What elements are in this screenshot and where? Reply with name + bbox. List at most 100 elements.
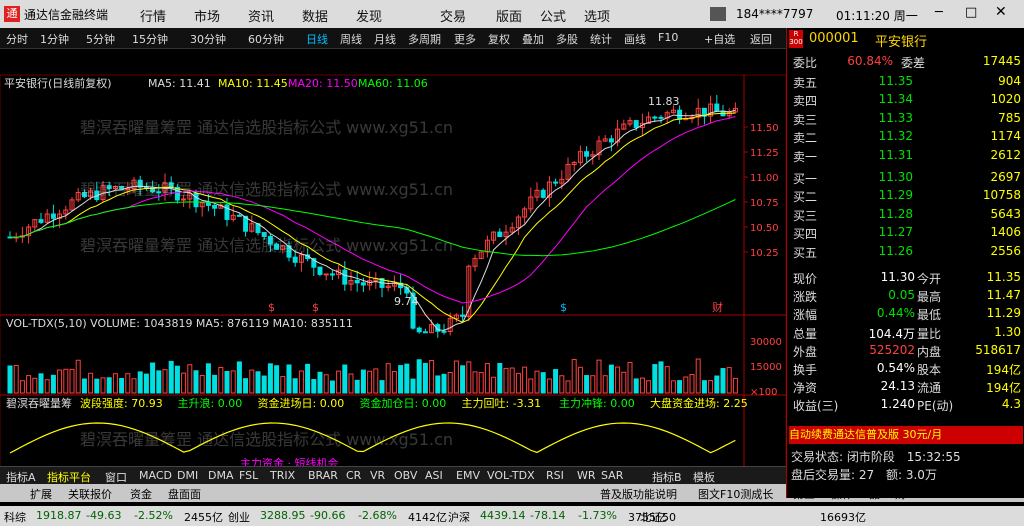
toolbar-item-18[interactable]: 返回 xyxy=(750,31,772,47)
ext-item-0[interactable]: 扩展 xyxy=(30,486,52,502)
ask-row-5-price: 11.35 xyxy=(878,74,913,88)
user-icon[interactable] xyxy=(710,7,726,21)
ask-row-2[interactable]: 卖二 11.32 1174 xyxy=(789,129,1023,147)
volume-bar xyxy=(360,369,366,394)
toolbar-item-12[interactable]: 叠加 xyxy=(522,31,544,47)
ask-row-5-volume: 904 xyxy=(998,74,1021,88)
candle-body xyxy=(677,109,683,120)
volume-bar xyxy=(726,367,732,394)
toolbar-item-13[interactable]: 多股 xyxy=(556,31,578,47)
indicator-tab-0[interactable]: 指标A xyxy=(6,469,36,485)
volume-bar xyxy=(156,370,162,394)
indicator-tab-14[interactable]: VOL-TDX xyxy=(487,469,535,482)
maximize-button[interactable]: □ xyxy=(965,5,977,20)
quote-value-b: 11.47 xyxy=(986,288,1021,303)
indicator-tab-13[interactable]: EMV xyxy=(456,469,480,482)
volume-bar xyxy=(670,380,676,394)
status-name-2[interactable]: 沪深 xyxy=(448,509,470,525)
toolbar-item-2[interactable]: 5分钟 xyxy=(86,31,115,47)
indicator-tab-8[interactable]: BRAR xyxy=(308,469,338,482)
toolbar-item-14[interactable]: 统计 xyxy=(590,31,612,47)
toolbar-item-10[interactable]: 更多 xyxy=(454,31,476,47)
menu-hangqing[interactable]: 行情 xyxy=(140,6,166,25)
status-name-3[interactable]: 北证50 xyxy=(640,509,676,525)
toolbar-item-8[interactable]: 月线 xyxy=(374,31,396,47)
indicator-tab-10[interactable]: VR xyxy=(370,469,385,482)
kline-chart[interactable]: 平安银行(日线前复权) MA5: 11.41 MA10: 11.45 MA20: 11… xyxy=(0,48,786,520)
indicator-tab-7[interactable]: TRIX xyxy=(270,469,295,482)
menu-banmian[interactable]: 版面 xyxy=(496,6,522,25)
indicator-tab-12[interactable]: ASI xyxy=(425,469,443,482)
ext-item-1[interactable]: 关联报价 xyxy=(68,486,112,502)
bid-row-2[interactable]: 买二 11.29 10758 xyxy=(789,188,1023,206)
indicator-tab-1[interactable]: 指标平台 xyxy=(47,469,91,485)
bid-row-3[interactable]: 买三 11.28 5643 xyxy=(789,207,1023,225)
quote-label-b: PE(动) xyxy=(917,399,954,414)
indicator-tab-11[interactable]: OBV xyxy=(394,469,417,482)
menu-zixun[interactable]: 资讯 xyxy=(248,6,274,25)
ext-item-2[interactable]: 资金 xyxy=(130,486,152,502)
indicator-tab-19[interactable]: 模板 xyxy=(693,469,715,485)
toolbar-item-6[interactable]: 日线 xyxy=(306,31,328,47)
toolbar-item-4[interactable]: 30分钟 xyxy=(190,31,226,47)
quote-value-a: 11.30 xyxy=(880,270,915,284)
toolbar-item-0[interactable]: 分时 xyxy=(6,31,28,47)
indicator-tab-6[interactable]: FSL xyxy=(239,469,258,482)
ext-item-5[interactable]: 图文F10测成长 xyxy=(698,486,773,502)
menu-jiaoyi[interactable]: 交易 xyxy=(440,6,466,25)
bid-row-4[interactable]: 买四 11.27 1406 xyxy=(789,225,1023,243)
quote-row-6: 净资 24.13 流通 194亿 xyxy=(789,379,1023,397)
toolbar-item-5[interactable]: 60分钟 xyxy=(248,31,284,47)
indicator-tab-2[interactable]: 窗口 xyxy=(105,469,127,485)
menu-xuanxiang[interactable]: 选项 xyxy=(584,6,610,25)
menu-shichang[interactable]: 市场 xyxy=(194,6,220,25)
toolbar-item-7[interactable]: 周线 xyxy=(340,31,362,47)
candle-body xyxy=(354,279,360,284)
status-name-1[interactable]: 创业 xyxy=(228,509,250,525)
candle-body xyxy=(658,116,664,119)
toolbar-item-1[interactable]: 1分钟 xyxy=(40,31,69,47)
volume-bar xyxy=(639,377,645,394)
chart-frame xyxy=(0,74,786,494)
close-button[interactable]: ✕ xyxy=(995,4,1007,20)
status-name-0[interactable]: 科综 xyxy=(4,509,26,525)
menu-shuju[interactable]: 数据 xyxy=(302,6,328,25)
toolbar-item-3[interactable]: 15分钟 xyxy=(132,31,168,47)
ext-item-3[interactable]: 盘面面 xyxy=(168,486,201,502)
toolbar-item-17[interactable]: +自选 xyxy=(704,31,735,47)
indicator-tab-15[interactable]: RSI xyxy=(546,469,564,482)
volume-bar xyxy=(441,373,447,394)
indicator-header-7: 大盘资金进场: 2.25 xyxy=(650,396,748,410)
volume-bar xyxy=(38,373,44,394)
ask-row-4[interactable]: 卖四 11.34 1020 xyxy=(789,92,1023,110)
toolbar-item-9[interactable]: 多周期 xyxy=(408,31,441,47)
toolbar-item-11[interactable]: 复权 xyxy=(488,31,510,47)
indicator-tab-17[interactable]: SAR xyxy=(601,469,623,482)
toolbar-item-15[interactable]: 画线 xyxy=(624,31,646,47)
toolbar-item-16[interactable]: F10 xyxy=(658,31,678,44)
promo-banner[interactable]: 自动续费通达信普及版 30元/月 xyxy=(789,426,1023,444)
ask-row-1[interactable]: 卖一 11.31 2612 xyxy=(789,148,1023,166)
candle-body xyxy=(323,273,329,276)
indicator-tab-5[interactable]: DMA xyxy=(208,469,234,482)
menu-gongshi[interactable]: 公式 xyxy=(540,6,566,25)
indicator-tab-4[interactable]: DMI xyxy=(177,469,198,482)
ask-row-5[interactable]: 卖五 11.35 904 xyxy=(789,74,1023,92)
indicator-tab-3[interactable]: MACD xyxy=(139,469,172,482)
ask-row-3[interactable]: 卖三 11.33 785 xyxy=(789,111,1023,129)
indicator-tab-9[interactable]: CR xyxy=(346,469,361,482)
bid-row-1[interactable]: 买一 11.30 2697 xyxy=(789,170,1023,188)
indicator-tab-16[interactable]: WR xyxy=(577,469,596,482)
indicator-tab-18[interactable]: 指标B xyxy=(652,469,682,485)
weicha-label: 委差 xyxy=(901,56,926,70)
volume-bar xyxy=(13,364,19,394)
volume-bar xyxy=(379,380,385,394)
volume-bar xyxy=(88,372,94,394)
ext-item-4[interactable]: 普及版功能说明 xyxy=(600,486,677,502)
minimize-button[interactable]: ─ xyxy=(935,5,943,20)
menu-faxian[interactable]: 发现 xyxy=(356,6,382,25)
volume-bar xyxy=(447,372,453,394)
status-amt-3: 16693亿 xyxy=(820,511,866,524)
bid-row-5[interactable]: 买五 11.26 2556 xyxy=(789,244,1023,262)
volume-bar xyxy=(292,378,298,394)
